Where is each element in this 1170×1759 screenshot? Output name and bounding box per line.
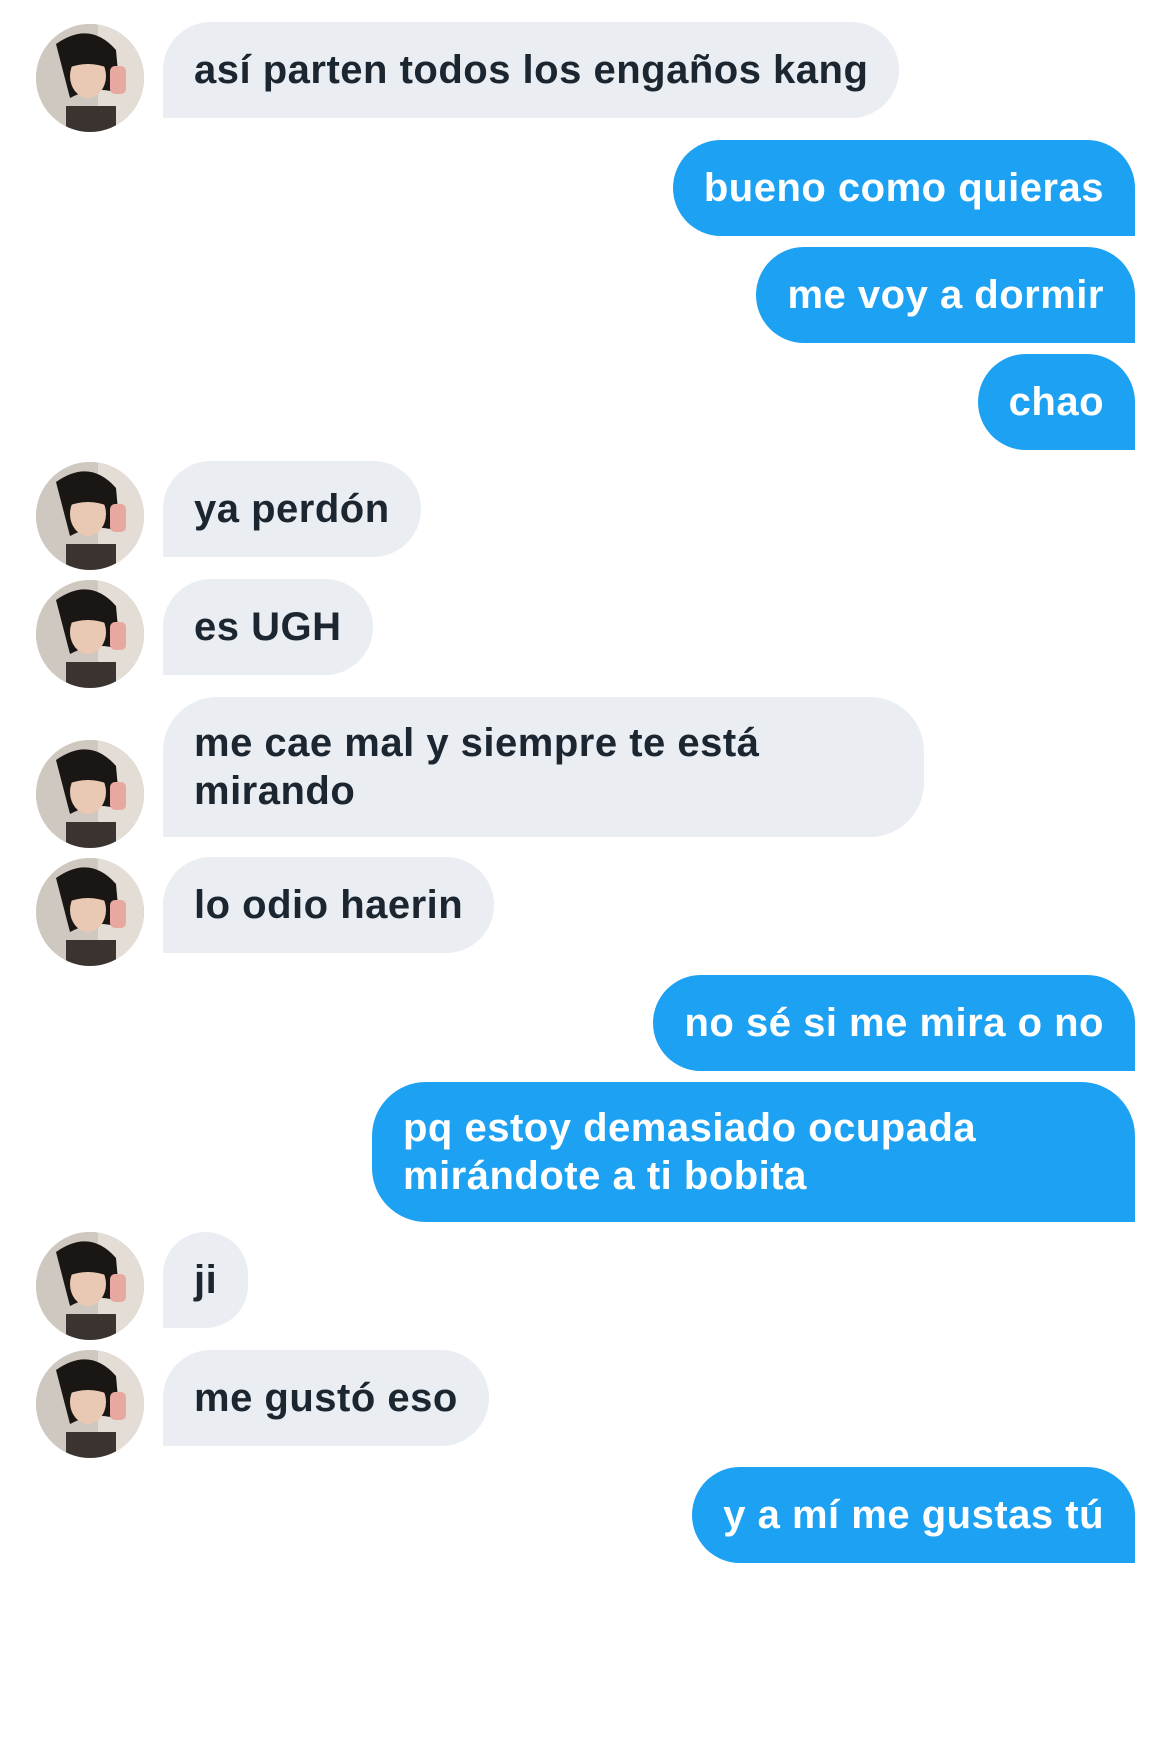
avatar-icon[interactable] (36, 24, 144, 132)
avatar-icon[interactable] (36, 462, 144, 570)
received-message-bubble[interactable]: me cae mal y siempre te está mirando (163, 697, 924, 837)
avatar-icon[interactable] (36, 858, 144, 966)
received-message-bubble[interactable]: así parten todos los engaños kang (163, 22, 900, 118)
sent-message-bubble[interactable]: me voy a dormir (756, 247, 1135, 343)
received-message-bubble[interactable]: lo odio haerin (163, 857, 495, 953)
sent-message-bubble[interactable]: bueno como quieras (672, 140, 1135, 236)
sent-message-bubble[interactable]: no sé si me mira o no (653, 975, 1135, 1071)
message-thread: así parten todos los engaños kang bueno … (0, 0, 1170, 1759)
received-message-bubble[interactable]: es UGH (163, 579, 373, 675)
sent-message-bubble[interactable]: chao (977, 354, 1135, 450)
sent-message-bubble[interactable]: y a mí me gustas tú (692, 1467, 1135, 1563)
avatar-icon[interactable] (36, 1232, 144, 1340)
avatar-icon[interactable] (36, 580, 144, 688)
received-message-bubble[interactable]: me gustó eso (163, 1350, 489, 1446)
received-message-bubble[interactable]: ji (163, 1232, 249, 1328)
avatar-icon[interactable] (36, 1350, 144, 1458)
sent-message-bubble[interactable]: pq estoy demasiado ocupada mirándote a t… (372, 1082, 1135, 1222)
received-message-bubble[interactable]: ya perdón (163, 461, 421, 557)
avatar-icon[interactable] (36, 740, 144, 848)
